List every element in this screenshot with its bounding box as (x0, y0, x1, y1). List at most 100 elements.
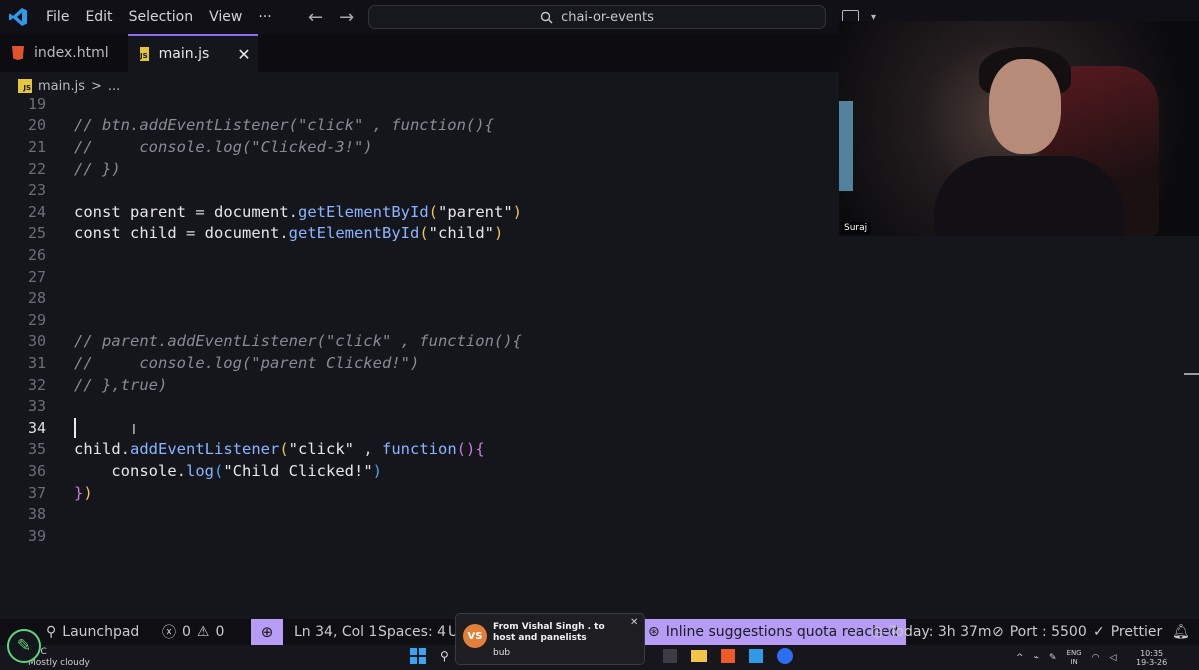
code-line[interactable]: 39 (0, 525, 1199, 547)
code-token: ) (494, 224, 504, 243)
error-icon: ⓧ (162, 625, 176, 641)
network-icon[interactable]: ⌁ (1034, 653, 1039, 663)
code-line[interactable]: 38 (0, 503, 1199, 525)
code-line[interactable]: 31 // console.log("parent Clicked!") (0, 352, 1199, 374)
spaces-label: Spaces: 4 (378, 624, 447, 640)
search-icon[interactable]: ⚲ (440, 649, 449, 663)
command-center-search[interactable]: chai-or-events (368, 5, 826, 29)
app-icon[interactable] (662, 649, 677, 663)
breadcrumb-symbols[interactable]: ... (108, 79, 120, 94)
copilot-quota-item[interactable]: ⊛ Inline suggestions quota reached (642, 619, 907, 645)
code-line[interactable]: 32 // },true) (0, 374, 1199, 396)
port-label: Port : 5500 (1009, 624, 1087, 640)
code-line[interactable]: 36 console.log("Child Clicked!") (0, 460, 1199, 482)
code-line[interactable]: 28 (0, 287, 1199, 309)
line-number: 33 (27, 397, 46, 416)
live-server-port[interactable]: ⊘ Port : 5500 (992, 619, 1087, 645)
close-icon[interactable]: ✕ (237, 45, 250, 64)
code-token: document (204, 224, 280, 243)
indentation[interactable]: Spaces: 4 (378, 619, 446, 645)
code-line[interactable]: 29 (0, 309, 1199, 331)
code-token: . (176, 461, 186, 480)
code-token: ) (512, 202, 522, 221)
code-token: // console.log("Clicked-3!") (74, 137, 373, 156)
notification-message: bub (493, 648, 511, 658)
breadcrumb-file[interactable]: main.js (38, 79, 85, 94)
tab-label: index.html (34, 45, 109, 61)
line-number: 27 (27, 267, 46, 286)
volume-icon[interactable]: ◁ (1109, 653, 1116, 663)
tab-index-html[interactable]: index.html (0, 34, 128, 72)
code-text: // btn.addEventListener("click" , functi… (74, 116, 494, 134)
line-number: 19 (27, 94, 46, 113)
brave-icon[interactable] (720, 649, 735, 663)
weather-text[interactable]: Mostly cloudy (28, 658, 90, 668)
code-line[interactable]: 34 (0, 417, 1199, 439)
problems-item[interactable]: ⓧ 0 ⚠ 0 (162, 619, 224, 645)
quota-label: Inline suggestions quota reached (665, 624, 899, 640)
code-token: // },true) (74, 375, 168, 394)
code-line[interactable]: 37}) (0, 482, 1199, 504)
menu-more[interactable]: ··· (250, 0, 279, 34)
notification-title: From Vishal Singh . to host and panelist… (493, 622, 605, 643)
zoom-app-icon[interactable] (776, 648, 793, 664)
tab-label: main.js (158, 46, 210, 62)
line-number: 21 (27, 137, 46, 156)
code-text: // },true) (74, 376, 167, 394)
zoom-button[interactable]: ⊕ (251, 619, 283, 645)
code-text: console.log("Child Clicked!") (74, 462, 382, 480)
line-number: 20 (27, 116, 46, 135)
cursor-position[interactable]: Ln 34, Col 1 (294, 619, 377, 645)
menu-view[interactable]: View (201, 0, 250, 34)
chevron-up-icon[interactable]: ^ (1016, 653, 1024, 663)
wifi-icon[interactable]: ◠ (1092, 653, 1100, 663)
code-text: // console.log("parent Clicked!") (74, 354, 419, 372)
search-text: chai-or-events (561, 9, 654, 25)
code-line[interactable]: 35 child.addEventListener("click" , funct… (0, 439, 1199, 461)
folder-icon[interactable] (690, 650, 707, 662)
notifications-bell-icon[interactable]: 🔔︎ (1172, 619, 1190, 645)
code-line[interactable]: 30 // parent.addEventListener("click" , f… (0, 331, 1199, 353)
line-number: 32 (27, 375, 46, 394)
html5-icon (12, 46, 24, 60)
menu-selection[interactable]: Selection (121, 0, 202, 34)
code-text: // parent.addEventListener("click" , fun… (74, 332, 522, 350)
back-arrow-icon[interactable]: ← (308, 7, 323, 28)
line-number: 31 (27, 353, 46, 372)
tab-main-js[interactable]: JS main.js ✕ (128, 34, 258, 72)
line-number: 22 (27, 159, 46, 178)
language-indicator[interactable]: ENG IN (1067, 649, 1082, 667)
warning-count: 0 (215, 624, 225, 640)
code-token: ) (372, 461, 382, 480)
code-line[interactable]: 27 (0, 266, 1199, 288)
close-icon[interactable]: ✕ (630, 617, 638, 628)
code-token: getElementById (288, 224, 420, 243)
line-number: 25 (27, 224, 46, 243)
menu-edit[interactable]: Edit (77, 0, 120, 34)
code-token: addEventListener (130, 440, 280, 459)
system-clock[interactable]: 10:35 19-3-26 (1136, 649, 1167, 667)
launchpad-item[interactable]: ⚲ Launchpad (46, 619, 139, 645)
nav-arrows: ← → (308, 0, 354, 34)
code-token: document (214, 202, 289, 221)
code-token: , (354, 440, 382, 459)
vscode-taskbar-icon[interactable] (748, 649, 763, 663)
region-label: IN (1070, 658, 1078, 666)
code-line[interactable]: 33 (0, 395, 1199, 417)
rocket-icon: ⚲ (46, 624, 57, 640)
prettier-item[interactable]: ✓ Prettier (1093, 619, 1162, 645)
chat-notification[interactable]: VS From Vishal Singh . to host and panel… (455, 613, 645, 665)
forward-arrow-icon[interactable]: → (339, 7, 354, 28)
windows-start-icon[interactable] (410, 648, 426, 664)
code-text: }) (74, 484, 93, 502)
code-token: = (176, 224, 205, 243)
time-tracker[interactable]: ◷ Today: 3h 37m (871, 619, 992, 645)
code-token: "Child Clicked!" (223, 461, 373, 480)
code-line[interactable]: 26 (0, 244, 1199, 266)
menu-file[interactable]: File (38, 0, 77, 34)
annotate-pencil-button[interactable]: ✎ (7, 629, 41, 663)
pen-icon[interactable]: ✎ (1049, 653, 1057, 663)
code-token: log (186, 461, 214, 480)
code-token: parent (130, 202, 186, 221)
line-number: 38 (27, 505, 46, 524)
